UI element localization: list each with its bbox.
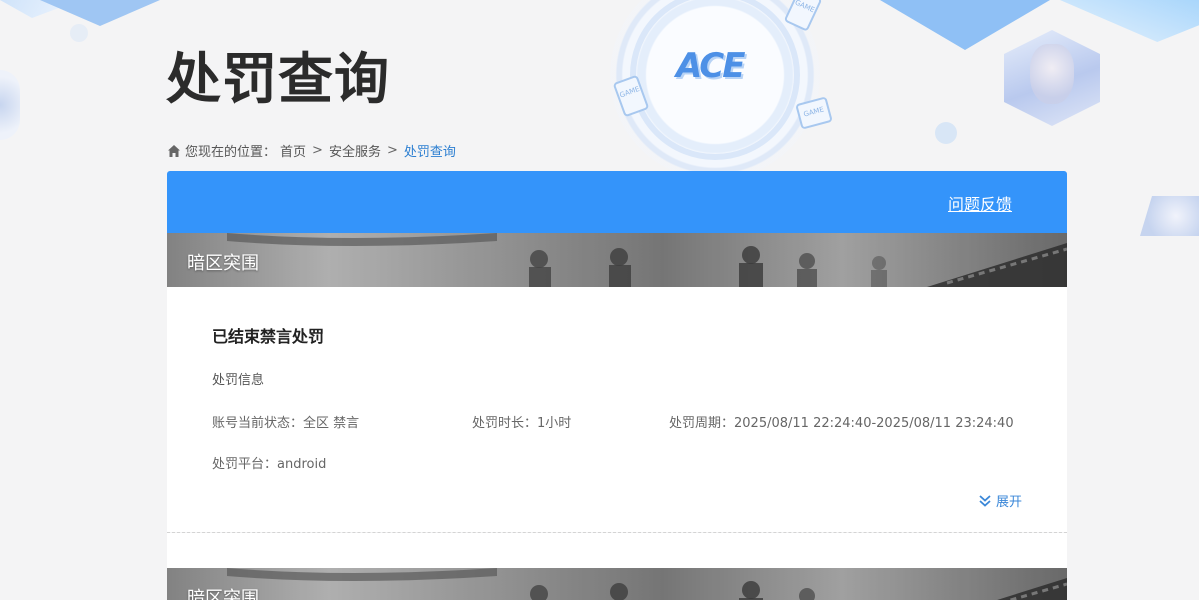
character-side-decoration [1140,196,1199,236]
breadcrumb-separator: > [386,143,398,158]
penalty-duration: 处罚时长：1小时 [472,412,669,431]
character-hexagon [1004,30,1100,126]
penalty-period: 处罚周期：2025/08/11 22:24:40-2025/08/11 23:2… [669,412,1014,431]
ace-logo: ACE [676,46,745,86]
game-banner-artwork [167,568,1067,600]
game-banner: 暗区突围 [167,233,1067,287]
penalty-duration-value: 1小时 [537,416,572,431]
account-status-label: 账号当前状态： [212,416,304,431]
page-title: 处罚查询 [166,47,391,111]
background-decoration [40,0,160,26]
game-tag-decoration: GAME [783,0,823,32]
home-icon [168,144,180,157]
background-decoration [880,0,1050,50]
ace-emblem-ring [630,0,800,160]
penalty-platform-value: android [277,457,327,472]
penalty-info-row: 账号当前状态：全区 禁言 处罚时长：1小时 处罚周期：2025/08/11 22… [212,412,1022,431]
breadcrumb-prefix: 您现在的位置： [185,145,277,160]
penalty-list-container: 问题反馈 暗区突围 已结束禁言处罚 处罚信息 账号当前状态：全区 禁言 处罚时长… [167,171,1067,600]
breadcrumb: 您现在的位置： 首页 > 安全服务 > 处罚查询 [167,141,456,160]
penalty-info-row: 处罚平台：android [212,453,1022,472]
background-decoration [1060,0,1199,42]
penalty-platform: 处罚平台：android [212,453,326,472]
background-bubble [70,24,88,42]
double-chevron-down-icon [979,494,991,507]
character-portrait [1030,44,1074,104]
breadcrumb-item-current: 处罚查询 [403,145,456,160]
ace-emblem-circle [610,0,820,180]
penalty-status-title: 已结束禁言处罚 [212,327,325,346]
penalty-period-value: 2025/08/11 22:24:40-2025/08/11 23:24:40 [734,416,1014,431]
breadcrumb-item-home[interactable]: 首页 [280,141,306,160]
record-gap [167,533,1067,568]
game-banner-artwork [167,233,1067,287]
background-bubble [935,122,957,144]
penalty-period-label: 处罚周期： [669,416,735,431]
game-tag-decoration: GAME [612,74,650,118]
penalty-duration-label: 处罚时长： [472,416,538,431]
feedback-link[interactable]: 问题反馈 [948,191,1012,215]
breadcrumb-item-security[interactable]: 安全服务 [329,141,381,160]
expand-button[interactable]: 展开 [978,491,1022,510]
game-name: 暗区突围 [187,253,259,274]
penalty-record-card: 已结束禁言处罚 处罚信息 账号当前状态：全区 禁言 处罚时长：1小时 处罚周期：… [167,287,1067,532]
header-bar: 问题反馈 [167,171,1067,233]
game-tag-decoration: GAME [795,96,833,130]
penalty-info-label: 处罚信息 [212,373,265,388]
breadcrumb-separator: > [312,143,323,158]
background-decoration [0,0,80,18]
penalty-platform-label: 处罚平台： [212,457,278,472]
account-status-value: 全区 禁言 [303,416,360,431]
expand-label: 展开 [995,495,1022,510]
background-decoration [0,70,20,140]
account-status: 账号当前状态：全区 禁言 [212,412,472,431]
game-name: 暗区突围 [187,588,259,600]
game-banner: 暗区突围 [167,568,1067,600]
